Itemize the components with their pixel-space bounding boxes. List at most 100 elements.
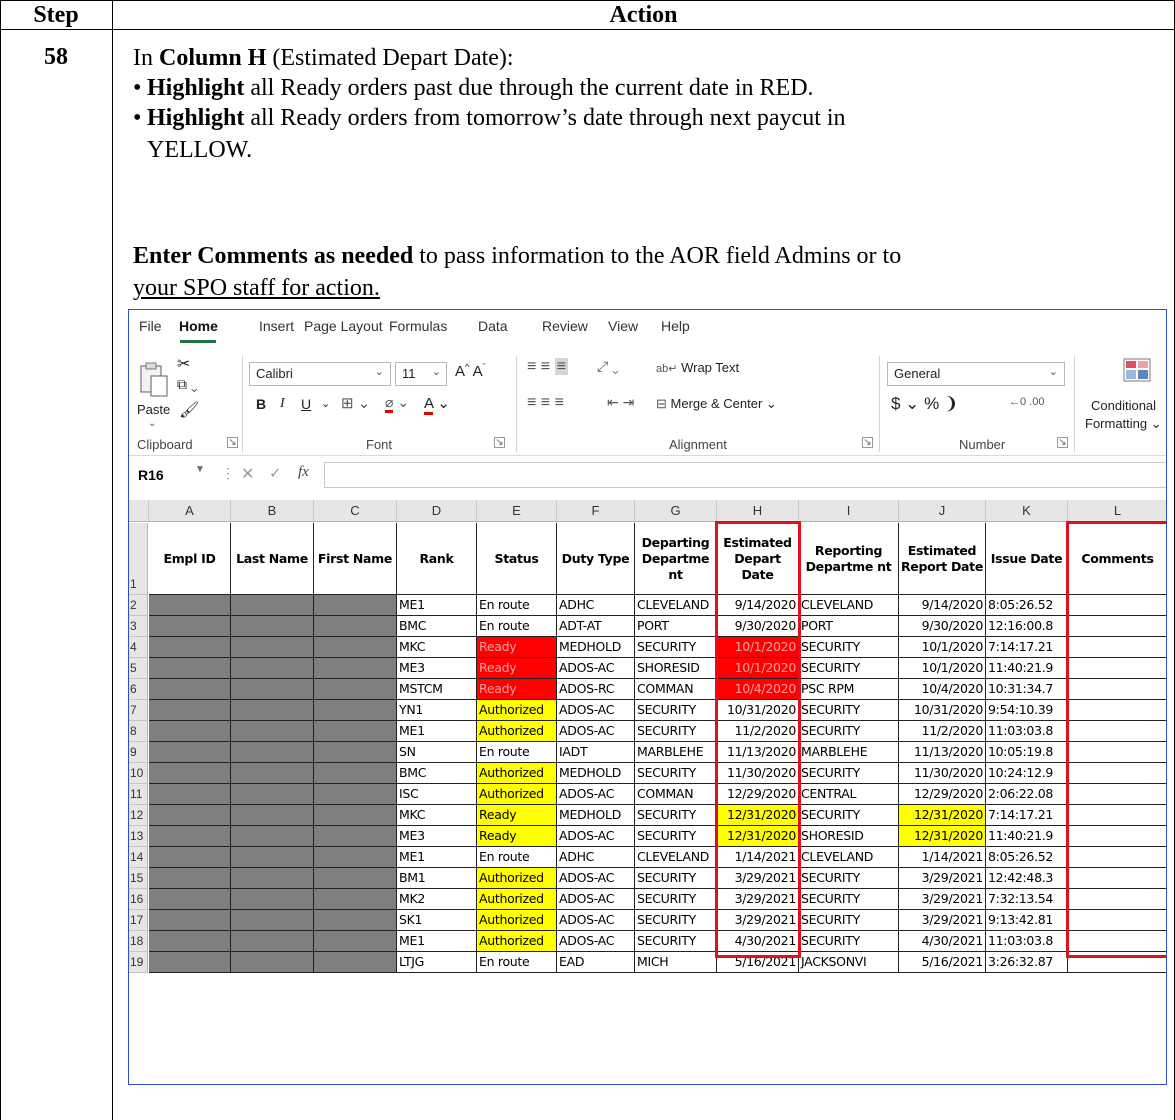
duty-type-cell[interactable]: MEDHOLD xyxy=(557,763,635,784)
column-header-e[interactable]: E xyxy=(477,500,557,522)
font-size-select[interactable]: 11 ⌄ xyxy=(395,362,447,386)
row-header[interactable]: 11 xyxy=(129,784,148,805)
row-header[interactable]: 3 xyxy=(129,616,148,637)
issue-date-cell[interactable]: 8:05:26.52 xyxy=(986,847,1068,868)
underline-icon[interactable]: U xyxy=(301,396,311,412)
redacted-cell[interactable] xyxy=(149,679,231,700)
reporting-department-cell[interactable]: CLEVELAND xyxy=(799,847,899,868)
redacted-cell[interactable] xyxy=(314,805,397,826)
tab-view[interactable]: View xyxy=(608,318,638,334)
align-top-icon[interactable]: ≡ ≡ ≡ xyxy=(527,358,568,376)
rank-cell[interactable]: MK2 xyxy=(397,889,477,910)
redacted-cell[interactable] xyxy=(314,721,397,742)
row-header[interactable]: 16 xyxy=(129,889,148,910)
tab-page-layout[interactable]: Page Layout xyxy=(304,318,383,334)
reporting-department-cell[interactable]: SECURITY xyxy=(799,700,899,721)
rank-cell[interactable]: BM1 xyxy=(397,868,477,889)
estimated-report-date-cell[interactable]: 3/29/2021 xyxy=(899,889,986,910)
reporting-department-cell[interactable]: SECURITY xyxy=(799,910,899,931)
copy-icon[interactable]: ⧉ ⌄ xyxy=(177,376,198,393)
chevron-down-icon[interactable]: ⌄ xyxy=(321,397,330,410)
header-cell[interactable]: Reporting Departme nt xyxy=(799,523,899,595)
status-cell[interactable]: Ready xyxy=(477,805,557,826)
redacted-cell[interactable] xyxy=(314,595,397,616)
duty-type-cell[interactable]: ADT-AT xyxy=(557,616,635,637)
conditional-formatting-label[interactable]: Conditional xyxy=(1091,398,1156,413)
estimated-report-date-cell[interactable]: 12/31/2020 xyxy=(899,826,986,847)
merge-center-button[interactable]: ⊟ Merge & Center ⌄ xyxy=(656,396,777,412)
reporting-department-cell[interactable]: SECURITY xyxy=(799,637,899,658)
status-cell[interactable]: En route xyxy=(477,847,557,868)
redacted-cell[interactable] xyxy=(149,826,231,847)
departing-department-cell[interactable]: CLEVELAND xyxy=(635,847,717,868)
status-cell[interactable]: Authorized xyxy=(477,931,557,952)
departing-department-cell[interactable]: SECURITY xyxy=(635,889,717,910)
redacted-cell[interactable] xyxy=(231,931,314,952)
redacted-cell[interactable] xyxy=(149,784,231,805)
issue-date-cell[interactable]: 2:06:22.08 xyxy=(986,784,1068,805)
indent-icon[interactable]: ⇤ ⇥ xyxy=(607,394,634,411)
departing-department-cell[interactable]: SECURITY xyxy=(635,637,717,658)
insert-function-icon[interactable]: fx xyxy=(298,464,309,481)
issue-date-cell[interactable]: 9:54:10.39 xyxy=(986,700,1068,721)
issue-date-cell[interactable]: 11:40:21.9 xyxy=(986,826,1068,847)
departing-department-cell[interactable]: SECURITY xyxy=(635,868,717,889)
departing-department-cell[interactable]: MARBLEHE xyxy=(635,742,717,763)
issue-date-cell[interactable]: 12:42:48.3 xyxy=(986,868,1068,889)
estimated-report-date-cell[interactable]: 9/30/2020 xyxy=(899,616,986,637)
status-cell[interactable]: Ready xyxy=(477,826,557,847)
column-header-c[interactable]: C xyxy=(314,500,397,522)
estimated-report-date-cell[interactable]: 12/31/2020 xyxy=(899,805,986,826)
reporting-department-cell[interactable]: SECURITY xyxy=(799,805,899,826)
departing-department-cell[interactable]: SECURITY xyxy=(635,721,717,742)
duty-type-cell[interactable]: MEDHOLD xyxy=(557,637,635,658)
duty-type-cell[interactable]: ADHC xyxy=(557,847,635,868)
rank-cell[interactable]: MSTCM xyxy=(397,679,477,700)
redacted-cell[interactable] xyxy=(231,763,314,784)
row-header[interactable]: 6 xyxy=(129,679,148,700)
status-cell[interactable]: Authorized xyxy=(477,700,557,721)
number-format-select[interactable]: General ⌄ xyxy=(887,362,1065,386)
header-cell[interactable]: Empl ID xyxy=(149,523,231,595)
rank-cell[interactable]: ME1 xyxy=(397,847,477,868)
estimated-report-date-cell[interactable]: 10/31/2020 xyxy=(899,700,986,721)
paste-dropdown-icon[interactable]: ⌄ xyxy=(148,418,156,429)
issue-date-cell[interactable]: 11:40:21.9 xyxy=(986,658,1068,679)
redacted-cell[interactable] xyxy=(314,868,397,889)
redacted-cell[interactable] xyxy=(314,763,397,784)
redacted-cell[interactable] xyxy=(231,637,314,658)
redacted-cell[interactable] xyxy=(149,616,231,637)
redacted-cell[interactable] xyxy=(231,595,314,616)
column-header-d[interactable]: D xyxy=(397,500,477,522)
duty-type-cell[interactable]: ADOS-AC xyxy=(557,700,635,721)
header-cell[interactable]: First Name xyxy=(314,523,397,595)
rank-cell[interactable]: YN1 xyxy=(397,700,477,721)
row-header[interactable]: 9 xyxy=(129,742,148,763)
align-left-icon[interactable]: ≡ ≡ ≡ xyxy=(527,394,564,412)
column-header-h[interactable]: H xyxy=(717,500,799,522)
redacted-cell[interactable] xyxy=(149,595,231,616)
rank-cell[interactable]: BMC xyxy=(397,763,477,784)
conditional-formatting-label-2[interactable]: Formatting ⌄ xyxy=(1085,416,1162,432)
redacted-cell[interactable] xyxy=(231,721,314,742)
reporting-department-cell[interactable]: JACKSONVI xyxy=(799,952,899,973)
name-box[interactable]: R16 xyxy=(138,467,164,483)
column-header-b[interactable]: B xyxy=(231,500,314,522)
redacted-cell[interactable] xyxy=(231,742,314,763)
fill-color-icon[interactable]: ⌀ ⌄ xyxy=(385,394,409,413)
rank-cell[interactable]: BMC xyxy=(397,616,477,637)
alignment-launcher-icon[interactable]: ↘ xyxy=(862,437,873,448)
column-header-k[interactable]: K xyxy=(986,500,1068,522)
redacted-cell[interactable] xyxy=(149,637,231,658)
duty-type-cell[interactable]: IADT xyxy=(557,742,635,763)
orientation-icon[interactable]: ⤢ ⌄ xyxy=(597,358,619,375)
duty-type-cell[interactable]: ADOS-RC xyxy=(557,679,635,700)
issue-date-cell[interactable]: 10:05:19.8 xyxy=(986,742,1068,763)
redacted-cell[interactable] xyxy=(314,637,397,658)
duty-type-cell[interactable]: ADOS-AC xyxy=(557,868,635,889)
redacted-cell[interactable] xyxy=(149,805,231,826)
estimated-report-date-cell[interactable]: 12/29/2020 xyxy=(899,784,986,805)
redacted-cell[interactable] xyxy=(231,679,314,700)
redacted-cell[interactable] xyxy=(231,700,314,721)
issue-date-cell[interactable]: 7:14:17.21 xyxy=(986,805,1068,826)
